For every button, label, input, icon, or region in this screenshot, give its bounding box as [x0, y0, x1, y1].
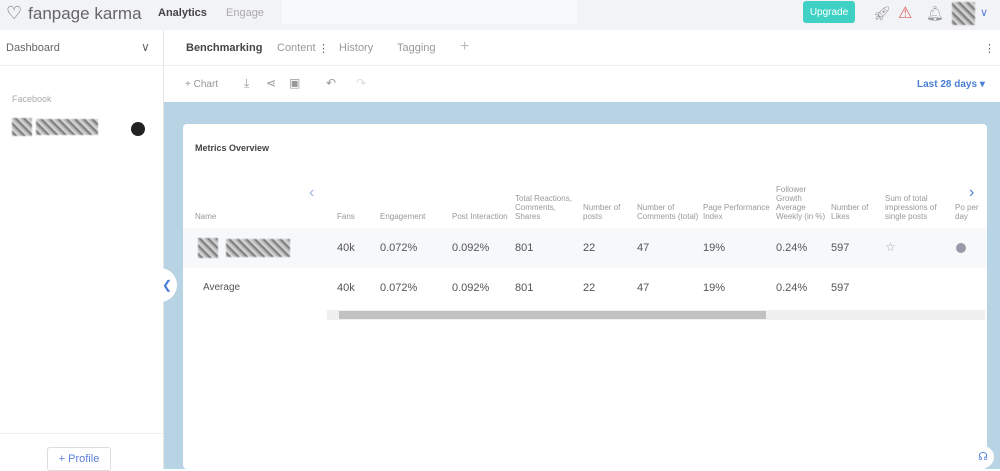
tab-bar: Benchmarking Content ⋮ History Tagging +…	[164, 30, 1000, 66]
info-icon[interactable]	[956, 243, 966, 253]
profile-avatar[interactable]	[12, 118, 32, 136]
dashboard-select[interactable]: Dashboard ∨	[0, 30, 163, 66]
column-header[interactable]: Number of Likes	[831, 203, 881, 221]
network-label: Facebook	[12, 94, 52, 104]
tab-benchmarking[interactable]: Benchmarking	[186, 42, 262, 54]
redo-icon[interactable]: ↷	[356, 76, 366, 90]
table-cell: 19%	[703, 282, 726, 294]
table-cell: 19%	[703, 242, 726, 254]
table-cell: 0.072%	[380, 282, 418, 294]
table-cell: 0.092%	[452, 282, 490, 294]
profile-name	[226, 239, 290, 257]
column-header[interactable]: Sum of total impressions of single posts	[885, 194, 951, 221]
divider	[0, 433, 163, 434]
row-name: Average	[203, 282, 241, 293]
table-cell: 597	[831, 242, 850, 254]
horizontal-scrollbar[interactable]	[327, 310, 985, 320]
column-header[interactable]: Number of posts	[583, 203, 633, 221]
column-header[interactable]: Engagement	[380, 212, 448, 221]
date-range-select[interactable]: Last 28 days ▾	[917, 79, 985, 90]
column-header[interactable]: Name	[195, 212, 255, 221]
top-bar: ♡ fanpage karma Analytics Engage Upgrade …	[0, 0, 1000, 30]
profile-avatar	[198, 238, 218, 258]
column-header[interactable]: Post Interaction	[452, 212, 511, 221]
column-header[interactable]: Total Reactions, Comments, Shares	[515, 194, 579, 221]
star-icon[interactable]: ☆	[885, 240, 896, 254]
share-icon[interactable]: ⋖	[266, 76, 276, 90]
toolbar: + Chart ⤓ ⋖ ▣ ↶ ↷ Last 28 days ▾	[164, 66, 1000, 102]
table-cell: 0.24%	[776, 282, 808, 294]
heart-logo-icon: ♡	[6, 3, 23, 23]
profile-status-dot	[131, 122, 145, 136]
column-header[interactable]: Number of Comments (total)	[637, 203, 699, 221]
scroll-right-icon[interactable]: ›	[969, 184, 974, 202]
upgrade-button[interactable]: Upgrade	[803, 1, 855, 23]
avatar[interactable]	[952, 2, 975, 25]
table-cell: 597	[831, 282, 850, 294]
column-header[interactable]: Page Performance Index	[703, 203, 772, 221]
add-tab-icon[interactable]: +	[460, 38, 469, 56]
table-cell: 801	[515, 282, 534, 294]
nav-analytics[interactable]: Analytics	[158, 7, 207, 19]
column-header[interactable]: Follower Growth Average Weekly (in %)	[776, 185, 827, 221]
dashboard-label: Dashboard	[6, 42, 60, 54]
tab-content[interactable]: Content	[277, 42, 316, 54]
chevron-down-icon[interactable]: ∨	[980, 6, 988, 19]
table-cell: 47	[637, 242, 650, 254]
column-header[interactable]: Po per day	[955, 203, 983, 221]
card-title: Metrics Overview	[195, 143, 270, 153]
table-cell: 0.24%	[776, 242, 808, 254]
add-profile-button[interactable]: + Profile	[47, 447, 111, 471]
table-cell: 22	[583, 282, 596, 294]
table-cell: 22	[583, 242, 596, 254]
more-vertical-icon[interactable]: ⋮	[318, 42, 329, 55]
sidebar: Dashboard ∨ Facebook + Profile	[0, 30, 164, 471]
chevron-down-icon: ∨	[141, 40, 150, 54]
rocket-icon[interactable]: 🚀︎	[873, 5, 891, 22]
metrics-card: Metrics Overview Name Fans Engagement Post …	[183, 124, 987, 469]
scrollbar-thumb[interactable]	[339, 311, 766, 319]
more-vertical-icon[interactable]: ⋮	[984, 42, 995, 55]
download-icon[interactable]: ⤓	[244, 76, 249, 91]
undo-icon[interactable]: ↶	[326, 76, 336, 90]
table-cell: 801	[515, 242, 534, 254]
warning-icon[interactable]: ⚠	[898, 3, 912, 23]
table-cell: 0.092%	[452, 242, 490, 254]
scroll-left-icon[interactable]: ‹	[309, 184, 314, 202]
table-cell: 47	[637, 282, 650, 294]
bell-icon[interactable]: 🔔︎	[926, 5, 944, 22]
table-cell: 40k	[337, 242, 355, 254]
support-icon[interactable]: ☊	[972, 446, 994, 468]
tab-tagging[interactable]: Tagging	[397, 42, 436, 54]
logo[interactable]: ♡ fanpage karma	[6, 3, 142, 24]
column-header[interactable]: Fans	[337, 212, 376, 221]
table-cell: 40k	[337, 282, 355, 294]
profile-name[interactable]	[36, 119, 98, 135]
table-cell: 0.072%	[380, 242, 418, 254]
add-chart-button[interactable]: + Chart	[185, 79, 218, 90]
date-range-label: Last 28 days	[917, 79, 978, 90]
search-bar[interactable]	[282, 0, 577, 24]
tab-history[interactable]: History	[339, 42, 373, 54]
presentation-icon[interactable]: ▣	[289, 76, 300, 90]
nav-engage[interactable]: Engage	[226, 7, 264, 19]
